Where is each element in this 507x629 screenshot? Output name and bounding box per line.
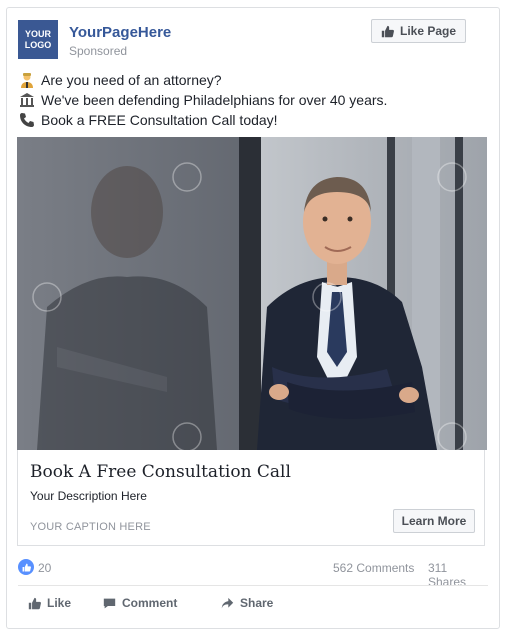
thumbs-up-icon	[381, 25, 394, 37]
link-preview-box[interactable]: Book A Free Consultation Call Your Descr…	[17, 450, 485, 546]
link-caption: YOUR CAPTION HERE	[30, 521, 151, 533]
engagement-stats: 20 562 Comments 311 Shares	[18, 559, 488, 589]
like-page-label: Like Page	[399, 24, 457, 38]
learn-more-button[interactable]: Learn More	[393, 509, 475, 533]
post-text-content: We've been defending Philadelphians for …	[41, 92, 388, 108]
post-text-line: Are you need of an attorney?	[18, 70, 387, 90]
like-reaction-icon[interactable]	[18, 559, 34, 575]
sponsored-label: Sponsored	[69, 44, 128, 58]
likes-count[interactable]: 20	[38, 561, 51, 575]
logo-text-line2: LOGO	[24, 39, 52, 50]
comment-action-button[interactable]: Comment	[103, 596, 177, 610]
lawyer-icon	[18, 72, 36, 88]
comment-icon	[103, 598, 116, 608]
post-text: Are you need of an attorney? We've been …	[18, 70, 387, 130]
like-page-button[interactable]: Like Page	[371, 19, 466, 43]
comments-count[interactable]: 562 Comments	[333, 561, 414, 575]
post-text-content: Book a FREE Consultation Call today!	[41, 112, 278, 128]
logo-text-line1: YOUR	[24, 28, 51, 39]
link-title[interactable]: Book A Free Consultation Call	[30, 462, 291, 482]
post-text-line: We've been defending Philadelphians for …	[18, 90, 387, 110]
share-action-button[interactable]: Share	[221, 596, 273, 610]
page-logo[interactable]: YOUR LOGO	[18, 20, 58, 59]
courthouse-icon	[18, 92, 36, 108]
ad-post-card: YOUR LOGO YourPageHere Sponsored Like Pa…	[6, 7, 500, 629]
like-action-label: Like	[47, 596, 72, 610]
ad-photo-businessman[interactable]	[17, 137, 487, 450]
link-description: Your Description Here	[30, 489, 147, 503]
comment-action-label: Comment	[122, 596, 178, 610]
post-text-content: Are you need of an attorney?	[41, 72, 222, 88]
share-action-label: Share	[240, 596, 274, 610]
post-text-line: Book a FREE Consultation Call today!	[18, 110, 387, 130]
phone-icon	[18, 112, 36, 128]
thumbs-up-icon	[28, 597, 41, 609]
divider	[18, 585, 488, 586]
like-action-button[interactable]: Like	[28, 596, 71, 610]
page-name-link[interactable]: YourPageHere	[69, 24, 171, 41]
share-icon	[221, 597, 234, 608]
